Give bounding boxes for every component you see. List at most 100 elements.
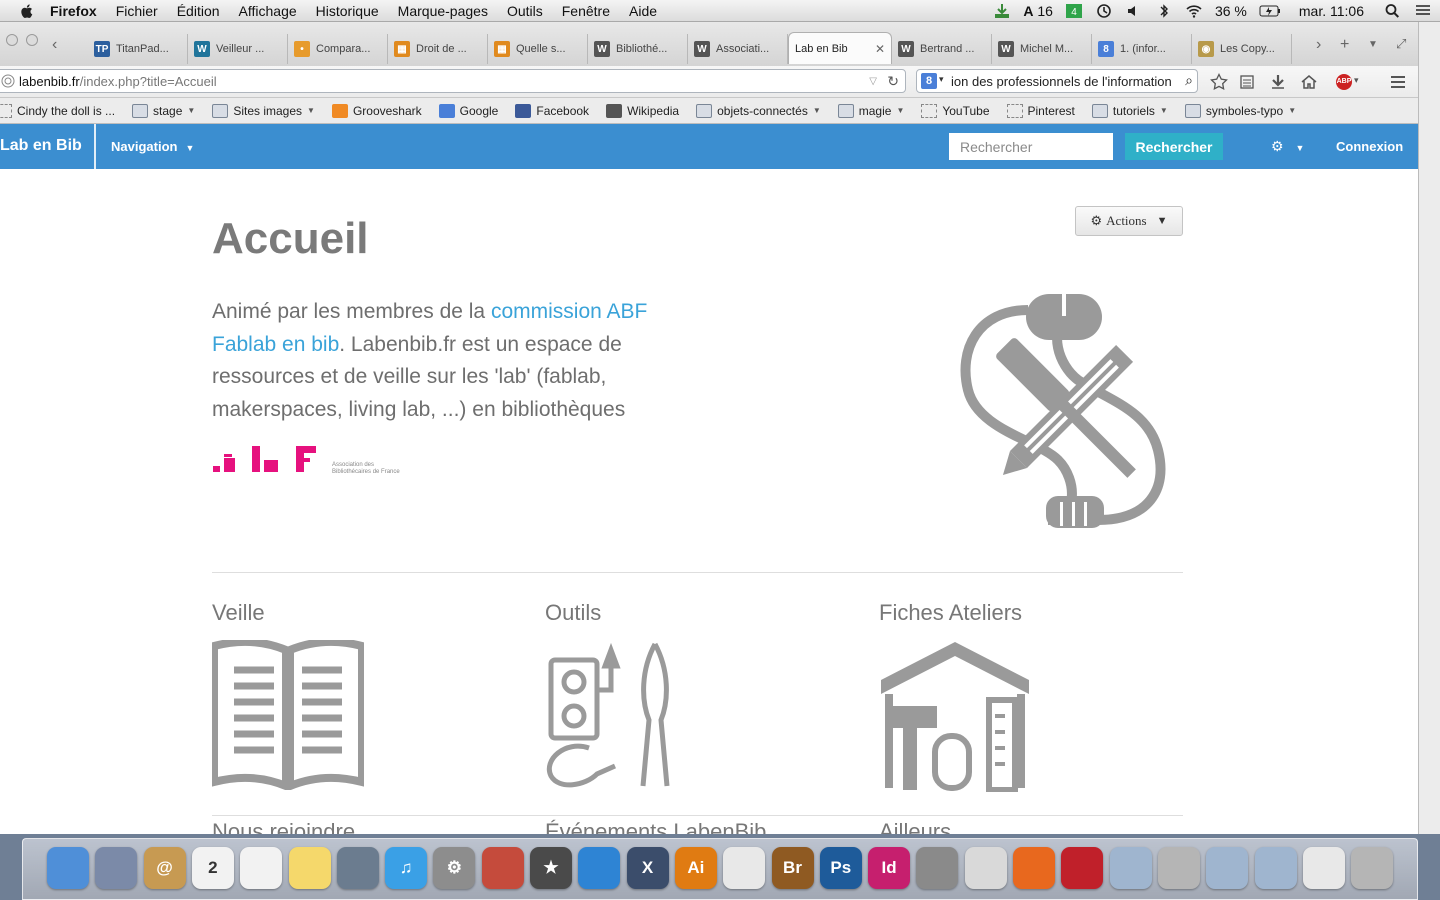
site-brand[interactable]: Lab en Bib	[0, 137, 82, 155]
bookmark-folder[interactable]: objets-connectés ▼	[696, 103, 821, 118]
section-evenements[interactable]: Événements LabenBib	[545, 819, 845, 834]
tab[interactable]: W Veilleur ...	[188, 34, 288, 64]
dock-preview-icon[interactable]	[95, 847, 138, 889]
dock-reminders-icon[interactable]	[240, 847, 283, 889]
tab[interactable]: ▦ Quelle s...	[488, 34, 588, 64]
bookmark-folder[interactable]: magie ▼	[837, 103, 904, 118]
dock-downloads-icon[interactable]	[1254, 847, 1297, 889]
google-engine-icon[interactable]: 8	[921, 73, 937, 89]
search-go-icon[interactable]: ⌕	[1185, 72, 1193, 89]
dock-acrobat-icon[interactable]	[1061, 847, 1104, 889]
bluetooth-icon[interactable]	[1155, 3, 1173, 19]
tools-menu[interactable]: ⚙ ▼	[1271, 138, 1304, 155]
dock-disk-icon[interactable]	[1157, 847, 1200, 889]
battery-icon[interactable]	[1259, 3, 1281, 19]
dock-firefox-icon[interactable]	[1013, 847, 1055, 889]
downloads-icon[interactable]	[1269, 73, 1287, 91]
dock-documents-icon[interactable]	[1109, 847, 1152, 889]
tab[interactable]: 8 1. (infor...	[1092, 34, 1192, 64]
menu-marque-pages[interactable]: Marque-pages	[398, 3, 488, 19]
tab[interactable]: ▦ Droit de ...	[388, 34, 488, 64]
menu-historique[interactable]: Historique	[316, 3, 379, 19]
engine-dropdown-icon[interactable]: ▾	[939, 74, 944, 85]
dock-contacts-icon[interactable]: @	[143, 847, 186, 889]
bookmark-folder[interactable]: symboles-typo ▼	[1184, 103, 1296, 118]
dock-xquartz-icon[interactable]: X	[626, 847, 669, 889]
bookmark-page[interactable]: Cindy the doll is ...	[0, 103, 115, 118]
dock-finder-icon[interactable]	[47, 847, 89, 889]
spotlight-search-icon[interactable]	[1384, 3, 1402, 19]
new-tab-icon[interactable]: +	[1340, 36, 1349, 54]
tabs-scroll-left-icon[interactable]: ‹	[52, 36, 57, 54]
tab-active[interactable]: Lab en Bib ✕	[788, 32, 892, 64]
tab[interactable]: ◉ Les Copy...	[1192, 34, 1292, 64]
adblock-icon[interactable]: ABP	[1336, 74, 1352, 90]
actions-dropdown-button[interactable]: ⚙ Actions ▼	[1075, 206, 1183, 236]
url-history-dropdown-icon[interactable]: ▽	[869, 76, 877, 87]
tab-close-icon[interactable]: ✕	[875, 42, 885, 56]
menu-aide[interactable]: Aide	[629, 3, 657, 19]
tab[interactable]: W Associati...	[688, 34, 788, 64]
site-search-input[interactable]	[949, 133, 1113, 160]
battery-percent[interactable]: 36 %	[1215, 3, 1247, 19]
time-machine-icon[interactable]	[1095, 3, 1113, 19]
dock-bridge-icon[interactable]: Br	[771, 847, 814, 889]
bookmark-page[interactable]: YouTube	[921, 103, 990, 118]
tabs-scroll-right-icon[interactable]: ›	[1316, 36, 1321, 54]
dock-iphoto-icon[interactable]	[336, 847, 379, 889]
font-count-status[interactable]: A 16	[1023, 3, 1053, 19]
tab[interactable]: W Bertrand ...	[892, 34, 992, 64]
dock-imovie-icon[interactable]: ★	[530, 847, 572, 889]
section-outils[interactable]: Outils	[545, 600, 785, 790]
navigation-menu[interactable]: Navigation ▼	[111, 139, 194, 154]
tab[interactable]: W Michel M...	[992, 34, 1092, 64]
tab-list-dropdown-icon[interactable]: ▼	[1368, 39, 1378, 50]
menubar-clock[interactable]: mar. 11:06	[1299, 3, 1364, 19]
section-ailleurs[interactable]: Ailleurs	[879, 819, 1119, 834]
dock-itunes-icon[interactable]: ♫	[385, 847, 428, 889]
volume-icon[interactable]	[1125, 3, 1143, 19]
dock-indesign-icon[interactable]: Id	[868, 847, 911, 889]
wifi-icon[interactable]	[1185, 3, 1203, 19]
bookmark-star-icon[interactable]	[1210, 73, 1228, 91]
menu-edition[interactable]: Édition	[177, 3, 220, 19]
bookmark-page[interactable]: Pinterest	[1006, 103, 1075, 118]
bookmark-link[interactable]: Grooveshark	[331, 103, 422, 118]
site-search-button[interactable]: Rechercher	[1125, 133, 1223, 160]
url-bar[interactable]: labenbib.fr/index.php?title=Accueil ▽ ↻	[0, 69, 906, 93]
menu-fenetre[interactable]: Fenêtre	[562, 3, 610, 19]
bookmarks-menu-icon[interactable]	[1238, 73, 1256, 91]
dock-grapher-icon[interactable]	[964, 847, 1007, 889]
apple-icon[interactable]	[18, 2, 36, 20]
dock-system-prefs-icon[interactable]: ⚙	[433, 847, 476, 889]
dock-textedit-icon[interactable]	[723, 847, 766, 889]
menu-affichage[interactable]: Affichage	[239, 3, 297, 19]
dock-cyberduck-icon[interactable]	[578, 847, 621, 889]
window-minimize-button[interactable]	[26, 34, 38, 46]
notification-center-icon[interactable]	[1414, 3, 1432, 19]
tab[interactable]: W Bibliothé...	[588, 34, 688, 64]
menu-app[interactable]: Firefox	[50, 3, 97, 19]
download-status-icon[interactable]	[993, 3, 1011, 19]
section-fiches-ateliers[interactable]: Fiches Ateliers	[879, 600, 1119, 792]
app-status-icon[interactable]: 4	[1065, 3, 1083, 19]
bookmark-link[interactable]: Facebook	[515, 103, 589, 118]
bookmark-link[interactable]: Google	[438, 103, 498, 118]
dock-automator-icon[interactable]	[481, 847, 524, 889]
bookmark-folder[interactable]: Sites images ▼	[212, 103, 315, 118]
section-veille[interactable]: Veille	[212, 600, 452, 790]
menu-outils[interactable]: Outils	[507, 3, 543, 19]
tab[interactable]: TP TitanPad...	[88, 34, 188, 64]
tab[interactable]: • Compara...	[288, 34, 388, 64]
bookmark-folder[interactable]: tutoriels ▼	[1091, 103, 1168, 118]
abf-logo[interactable]: Association des Bibliothécaires de Franc…	[212, 440, 412, 480]
home-icon[interactable]	[1300, 73, 1318, 91]
menu-fichier[interactable]: Fichier	[116, 3, 158, 19]
fullscreen-icon[interactable]: ⤢	[1396, 36, 1406, 52]
web-search-bar[interactable]: 8 ▾ ion des professionnels de l'informat…	[916, 69, 1198, 93]
dock-illustrator-icon[interactable]: Ai	[674, 847, 717, 889]
login-link[interactable]: Connexion	[1336, 139, 1403, 154]
dock-stickies-icon[interactable]	[288, 847, 331, 889]
dock-screenshot-icon[interactable]	[916, 847, 959, 889]
dock-photoshop-icon[interactable]: Ps	[819, 847, 862, 889]
